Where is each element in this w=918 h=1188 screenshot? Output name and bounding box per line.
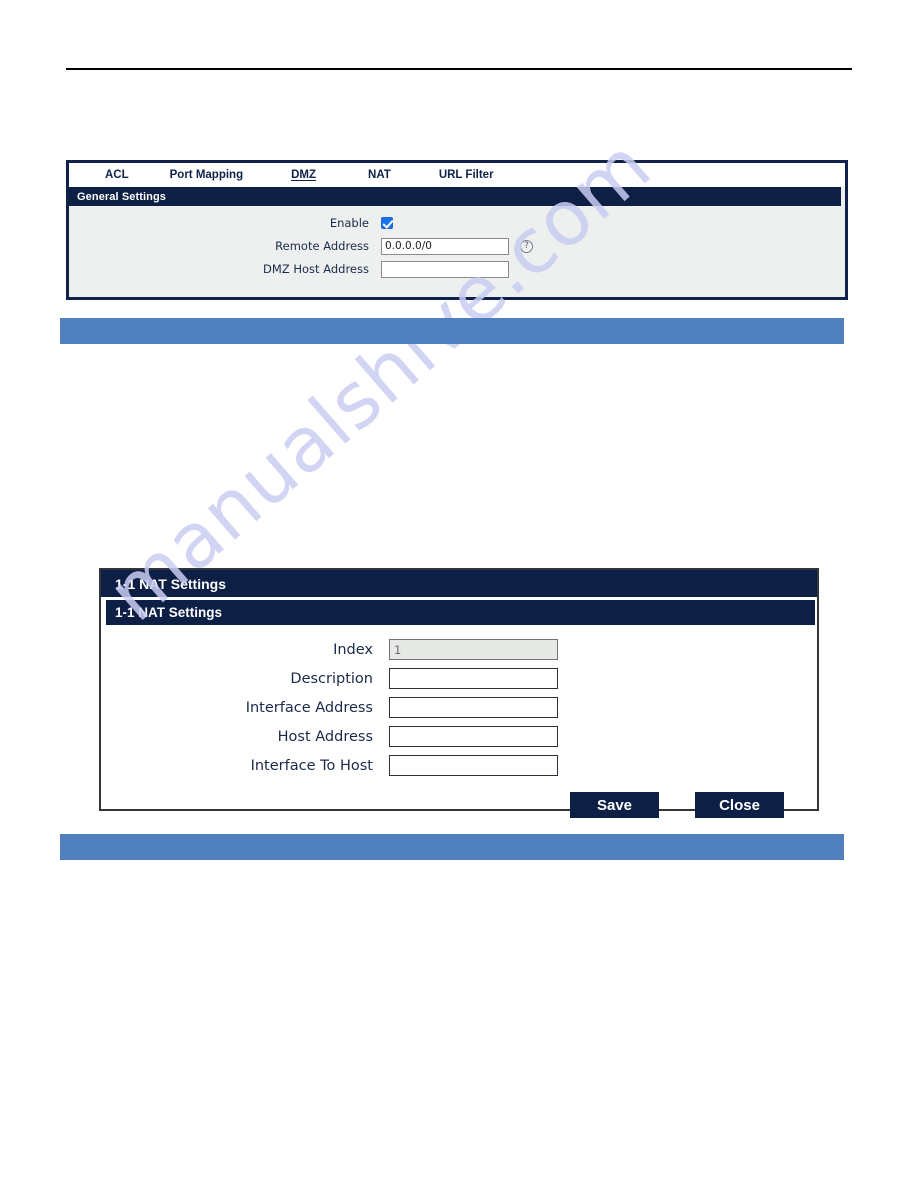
enable-checkbox[interactable] — [381, 217, 393, 229]
nat-row-description: Description — [101, 664, 817, 693]
general-settings-header: General Settings — [69, 187, 841, 206]
host-address-label: Host Address — [277, 728, 373, 745]
nat-row-index: Index 1 — [101, 635, 817, 664]
tab-dmz[interactable]: DMZ — [291, 169, 316, 181]
tab-acl[interactable]: ACL — [105, 169, 129, 181]
save-button[interactable]: Save — [570, 792, 659, 818]
form-row-dmz-host-address: DMZ Host Address — [69, 258, 845, 280]
dmz-settings-panel: ACL Port Mapping DMZ NAT URL Filter Gene… — [66, 160, 848, 300]
dmz-host-address-input[interactable] — [381, 260, 509, 278]
remote-address-input[interactable]: 0.0.0.0/0 — [381, 237, 509, 255]
host-address-input[interactable] — [389, 726, 558, 747]
close-button[interactable]: Close — [695, 792, 784, 818]
help-icon[interactable]: ? — [520, 239, 533, 253]
general-settings-title: General Settings — [77, 190, 167, 203]
dmz-form: Enable Remote Address 0.0.0.0/0 ? DMZ Ho… — [69, 206, 845, 280]
nat-row-interface-address: Interface Address — [101, 693, 817, 722]
tab-url-filter[interactable]: URL Filter — [439, 169, 494, 181]
nat-section-header: 1-1 NAT Settings — [106, 600, 815, 625]
nat-dialog-titlebar: 1-1 NAT Settings — [101, 570, 817, 597]
tab-nat[interactable]: NAT — [368, 169, 391, 181]
nat-section-title: 1-1 NAT Settings — [115, 605, 223, 620]
description-label: Description — [290, 670, 373, 687]
nat-row-interface-to-host: Interface To Host — [101, 751, 817, 780]
interface-to-host-input[interactable] — [389, 755, 558, 776]
separator-bar-upper — [60, 318, 844, 344]
tab-bar: ACL Port Mapping DMZ NAT URL Filter — [69, 163, 845, 187]
interface-to-host-label: Interface To Host — [250, 757, 373, 774]
nat-row-host-address: Host Address — [101, 722, 817, 751]
index-input: 1 — [389, 639, 558, 660]
tab-port-mapping[interactable]: Port Mapping — [170, 169, 243, 181]
index-label: Index — [333, 641, 373, 658]
remote-address-label: Remote Address — [275, 239, 369, 253]
form-row-remote-address: Remote Address 0.0.0.0/0 ? — [69, 235, 845, 257]
nat-section-header-wrap: 1-1 NAT Settings — [101, 597, 817, 625]
separator-bar-lower — [60, 834, 844, 860]
nat-settings-dialog: 1-1 NAT Settings 1-1 NAT Settings Index … — [99, 568, 819, 818]
page-header-rule — [66, 68, 852, 70]
enable-label: Enable — [329, 216, 369, 230]
interface-address-label: Interface Address — [245, 699, 373, 716]
description-input[interactable] — [389, 668, 558, 689]
nat-form: Index 1 Description Interface Address Ho… — [101, 625, 817, 818]
nat-dialog-actions: Save Close — [101, 792, 817, 818]
interface-address-input[interactable] — [389, 697, 558, 718]
nat-dialog-title: 1-1 NAT Settings — [115, 575, 226, 592]
form-row-enable: Enable — [69, 212, 845, 234]
dmz-host-address-label: DMZ Host Address — [263, 262, 369, 276]
